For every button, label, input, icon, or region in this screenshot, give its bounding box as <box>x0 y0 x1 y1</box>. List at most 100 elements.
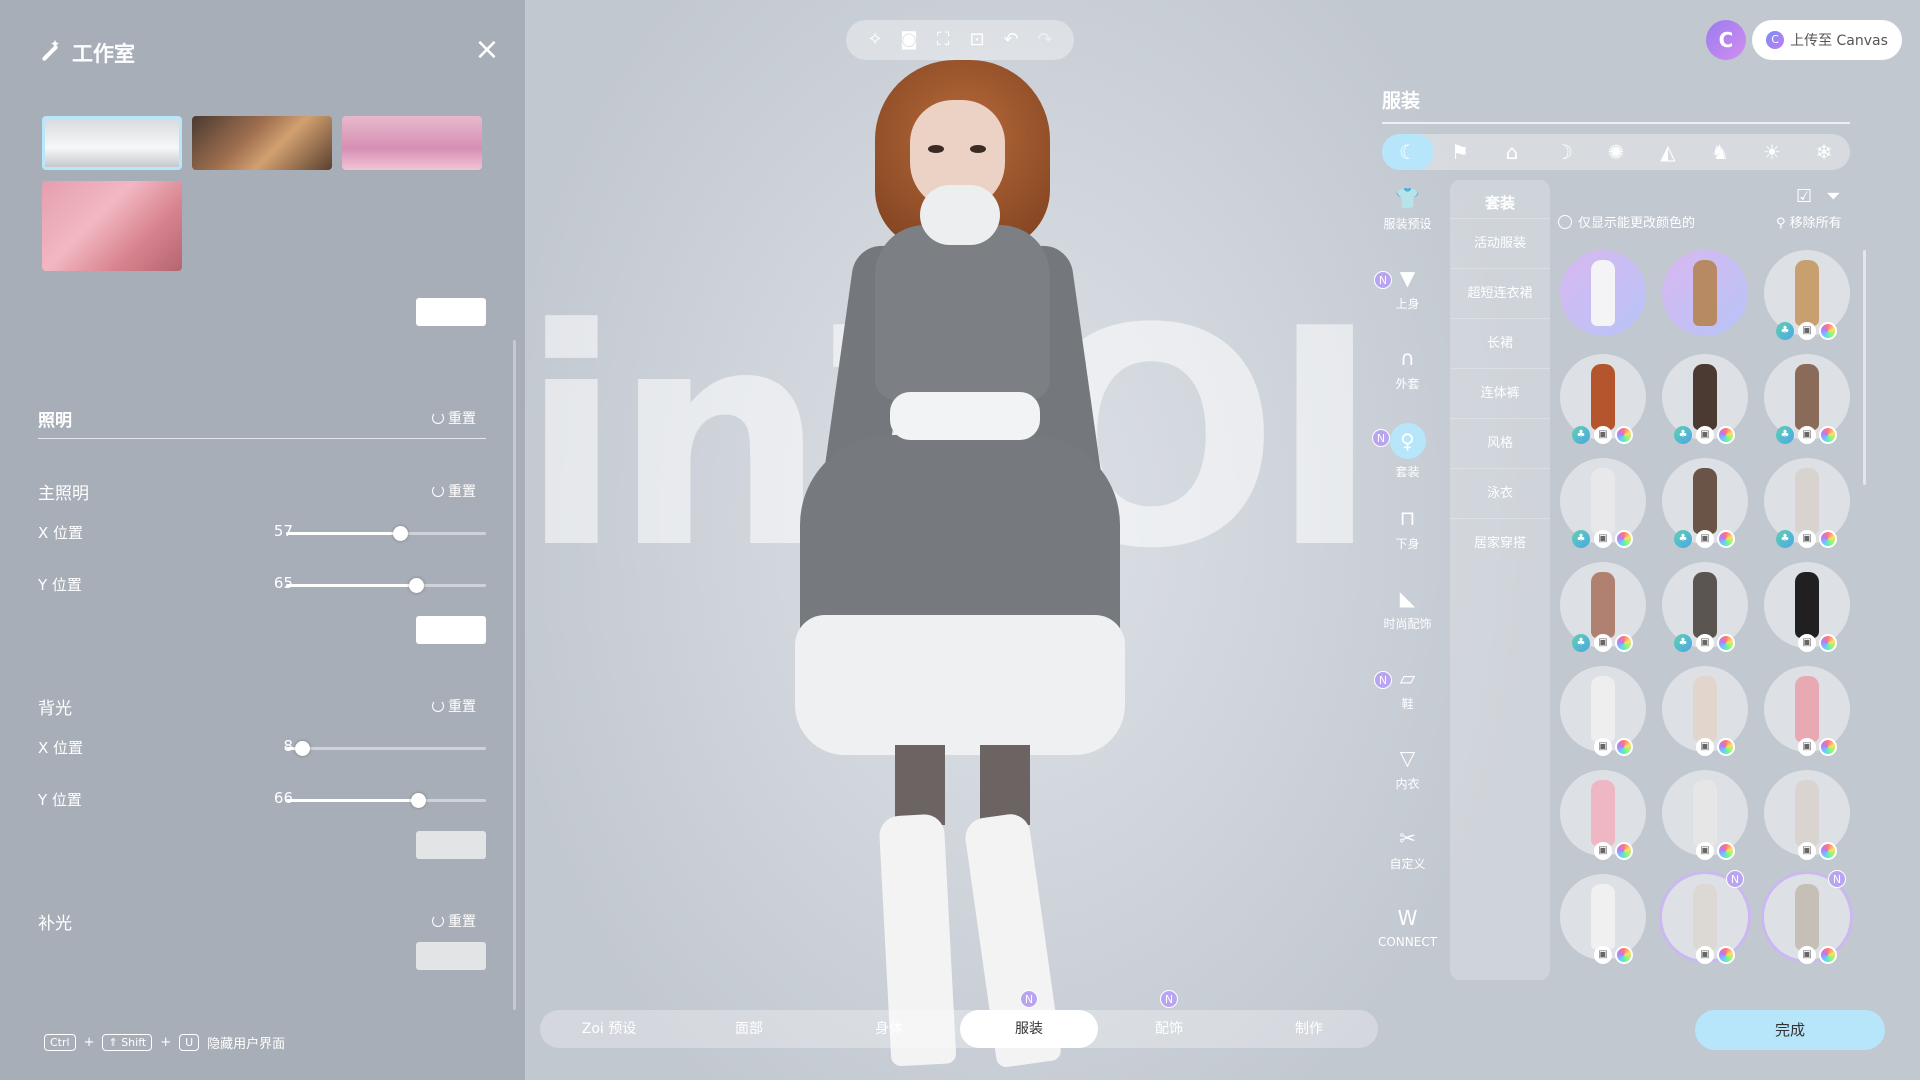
nav-underwear[interactable]: ▽ 内衣 <box>1370 745 1445 805</box>
checkbox-select-icon[interactable]: ☑ <box>1796 186 1812 207</box>
background-thumb-white-studio[interactable] <box>42 116 182 170</box>
main-light-x-slider[interactable] <box>286 526 486 541</box>
main-light-reset-button[interactable]: 重置 <box>432 481 476 501</box>
category-all-icon[interactable]: ☾ <box>1382 134 1434 170</box>
nav-custom[interactable]: ✂ 自定义 <box>1370 825 1445 885</box>
color-filter-toggle[interactable]: 仅显示能更改颜色的 <box>1558 215 1695 231</box>
outfit-item[interactable]: ♣ ▣ <box>1662 562 1748 652</box>
category-gift-icon[interactable]: ⚑ <box>1434 134 1486 170</box>
outfit-item[interactable]: ▣ N <box>1662 870 1748 964</box>
studio-scrollbar[interactable] <box>513 340 516 1010</box>
nav-outfit-preset[interactable]: 👕 服装预设 <box>1370 185 1445 245</box>
undo-icon[interactable]: ↶ <box>999 28 1023 52</box>
color-wheel-icon <box>1819 530 1837 548</box>
subcategory-item[interactable]: 超短连衣裙 <box>1450 268 1550 318</box>
character-avatar[interactable] <box>780 40 1180 1080</box>
camera-icon[interactable]: ◙ <box>897 28 921 52</box>
back-light-y-slider[interactable] <box>286 793 486 808</box>
background-color-swatch[interactable] <box>416 298 486 326</box>
outfit-item[interactable]: ♣ ▣ <box>1764 250 1850 340</box>
color-wheel-icon <box>1615 426 1633 444</box>
photo-icon: ▣ <box>1798 738 1816 756</box>
filter-icon[interactable]: ⏷ <box>1826 186 1840 207</box>
sparkle-icon[interactable]: ✧ <box>863 28 887 52</box>
outfit-item[interactable]: ♣ ▣ <box>1560 354 1646 444</box>
outfit-item[interactable]: ▣ N <box>1764 870 1850 964</box>
focus-icon[interactable]: ⛶ <box>931 28 955 52</box>
nav-shoes[interactable]: N ▱ 鞋 <box>1370 665 1445 725</box>
category-moon-icon[interactable]: ☽ <box>1538 134 1590 170</box>
canvas-account-avatar[interactable]: C <box>1706 20 1746 60</box>
upload-canvas-label: 上传至 Canvas <box>1790 33 1888 49</box>
slider-handle[interactable] <box>411 793 426 808</box>
outfit-item[interactable]: ♣ ▣ <box>1662 458 1748 548</box>
slider-handle[interactable] <box>409 578 424 593</box>
outfit-item[interactable]: ▣ <box>1764 666 1850 756</box>
outfit-item[interactable]: ▣ <box>1560 770 1646 860</box>
tab-4[interactable]: 配饰 N <box>1100 990 1238 1048</box>
category-graduation-icon[interactable]: ⌂ <box>1486 134 1538 170</box>
fill-light-color-swatch[interactable] <box>416 942 486 970</box>
nav-bottom[interactable]: ⊓ 下身 <box>1370 505 1445 565</box>
outfit-item[interactable]: ♣ ▣ <box>1560 458 1646 548</box>
lighting-reset-button[interactable]: 重置 <box>432 408 476 428</box>
nav-suit[interactable]: N ♀ 套装 <box>1370 423 1445 483</box>
outfit-item[interactable]: ▣ <box>1560 666 1646 756</box>
nav-connect[interactable]: W CONNECT <box>1370 905 1445 965</box>
new-badge: N <box>1160 990 1178 1008</box>
new-badge: N <box>1828 870 1846 888</box>
nav-accessories[interactable]: ◣ 时尚配饰 <box>1370 585 1445 645</box>
category-sneaker-icon[interactable]: ◭ <box>1642 134 1694 170</box>
remove-all-button[interactable]: ⚲ 移除所有 <box>1776 212 1842 231</box>
outfit-item[interactable] <box>1662 250 1748 336</box>
back-light-x-slider[interactable] <box>286 741 486 756</box>
tab-3[interactable]: 服装 N <box>960 990 1098 1048</box>
done-button[interactable]: 完成 <box>1695 1010 1885 1050</box>
main-light-color-swatch[interactable] <box>416 616 486 644</box>
outfit-item[interactable]: ▣ <box>1560 874 1646 964</box>
back-light-color-swatch[interactable] <box>416 831 486 859</box>
subcategory-item[interactable]: 连体裤 <box>1450 368 1550 418</box>
subcategory-item[interactable]: 风格 <box>1450 418 1550 468</box>
subcategory-item[interactable]: 居家穿搭 <box>1450 518 1550 568</box>
outfit-item[interactable]: ♣ ▣ <box>1764 354 1850 444</box>
new-badge: N <box>1374 271 1392 289</box>
category-party-icon[interactable]: ✺ <box>1590 134 1642 170</box>
category-snow-icon[interactable]: ❄ <box>1798 134 1850 170</box>
tab-0[interactable]: Zoi 预设 <box>540 1010 678 1048</box>
main-light-y-slider[interactable] <box>286 578 486 593</box>
background-thumb-cafe[interactable] <box>192 116 332 170</box>
outfit-item[interactable]: ♣ ▣ <box>1662 354 1748 444</box>
redo-icon[interactable]: ↷ <box>1033 28 1057 52</box>
tab-1[interactable]: 面部 <box>680 1010 818 1048</box>
background-thumb-pink-room[interactable] <box>42 181 182 271</box>
nav-label: 套装 <box>1395 465 1420 479</box>
outfit-item[interactable]: ▣ <box>1662 666 1748 756</box>
category-sun-icon[interactable]: ☀ <box>1746 134 1798 170</box>
slider-handle[interactable] <box>393 526 408 541</box>
slider-handle[interactable] <box>295 741 310 756</box>
outfit-item[interactable]: ▣ <box>1662 770 1748 860</box>
outfit-item[interactable] <box>1560 250 1646 336</box>
tab-2[interactable]: 身体 <box>820 1010 958 1048</box>
back-light-reset-button[interactable]: 重置 <box>432 696 476 716</box>
category-horse-icon[interactable]: ♞ <box>1694 134 1746 170</box>
subcategory-item[interactable]: 活动服装 <box>1450 218 1550 268</box>
nav-coat[interactable]: ∩ 外套 <box>1370 345 1445 405</box>
tab-5[interactable]: 制作 <box>1240 1010 1378 1048</box>
subcategory-item[interactable]: 泳衣 <box>1450 468 1550 518</box>
nav-top[interactable]: N ▼ 上身 <box>1370 265 1445 325</box>
close-button[interactable]: × <box>474 35 500 65</box>
upload-canvas-button[interactable]: C 上传至 Canvas <box>1752 20 1902 60</box>
fill-light-reset-button[interactable]: 重置 <box>432 911 476 931</box>
shirt-icon: ▼ <box>1399 266 1416 290</box>
outfit-item[interactable]: ▣ <box>1764 562 1850 652</box>
background-thumb-pink-sky[interactable] <box>342 116 482 170</box>
outfit-item[interactable]: ♣ ▣ <box>1560 562 1646 652</box>
outfit-item[interactable]: ▣ <box>1764 770 1850 860</box>
subcategory-item[interactable]: 长裙 <box>1450 318 1550 368</box>
outfit-item[interactable]: ♣ ▣ <box>1764 458 1850 548</box>
shortcut-label: 隐藏用户界面 <box>207 1037 286 1052</box>
face-focus-icon[interactable]: ⊡ <box>965 28 989 52</box>
outfit-grid-scrollbar[interactable] <box>1863 250 1866 485</box>
